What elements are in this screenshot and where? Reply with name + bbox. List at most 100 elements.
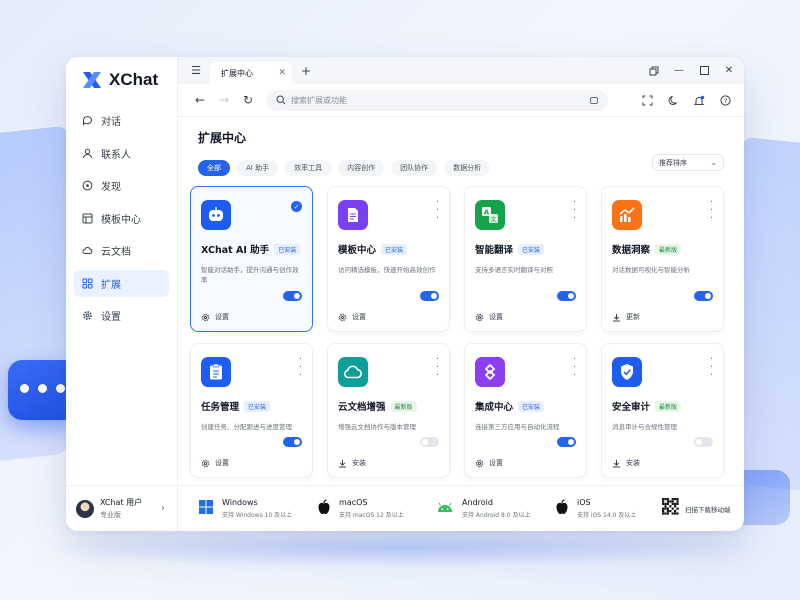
extension-title: XChat AI 助手 (201, 245, 270, 256)
filter-chip[interactable]: AI 助手 (237, 160, 279, 176)
maximize-icon[interactable] (697, 64, 711, 78)
refresh-icon[interactable]: ↻ (236, 88, 260, 112)
filter-chip[interactable]: 全部 (198, 160, 230, 176)
platform-ios[interactable]: iOS 支持 iOS 14.0 及以上 (535, 498, 654, 519)
gear-icon (475, 459, 484, 468)
enable-toggle[interactable] (420, 437, 439, 447)
extension-title: 集成中心 (475, 402, 514, 413)
restore-window-icon[interactable] (647, 64, 661, 78)
sidebar-item-label: 模板中心 (101, 214, 141, 226)
extension-action-button[interactable]: 设置 (201, 458, 229, 468)
platform-android[interactable]: Android 支持 Android 8.0 及以上 (416, 498, 535, 519)
apple-icon (555, 498, 569, 519)
tab-extension-center[interactable]: 扩展中心 ✕ (210, 62, 292, 84)
scan-icon[interactable] (640, 94, 654, 108)
android-icon (436, 499, 454, 518)
filter-chip[interactable]: 内容创作 (338, 160, 385, 176)
sort-dropdown[interactable]: 推荐排序 ⌄ (652, 154, 724, 171)
integration-icon (475, 357, 505, 387)
extension-action-button[interactable]: 设置 (338, 312, 366, 322)
sidebar-item-template[interactable]: 模板中心 (74, 205, 169, 232)
enable-toggle[interactable] (283, 437, 302, 447)
user-profile[interactable]: XChat 用户 专业版 › (66, 485, 177, 531)
qr-download[interactable]: 扫描下载移动端 (662, 498, 731, 519)
extension-card[interactable]: · · · 云文档增强 最新版 增强云文档协作与版本管理 安装 (327, 343, 450, 478)
moon-icon[interactable] (666, 94, 680, 108)
user-plan: 专业版 (100, 511, 121, 519)
extension-title: 智能翻译 (475, 245, 514, 256)
forward-arrow-icon[interactable]: → (212, 88, 236, 112)
platform-name: macOS (339, 498, 368, 507)
extension-action-button[interactable]: 安装 (338, 458, 366, 468)
extension-action-button[interactable]: 设置 (475, 312, 503, 322)
platform-windows[interactable]: Windows 支持 Windows 10 及以上 (178, 498, 297, 519)
more-icon[interactable]: · · · (573, 198, 576, 224)
minimize-icon[interactable]: — (672, 64, 686, 78)
enable-toggle[interactable] (283, 291, 302, 301)
download-icon (338, 459, 347, 468)
close-icon[interactable]: ✕ (278, 68, 286, 78)
extension-card[interactable]: · · · 集成中心 已安装 连接第三方应用与自动化流程 设置 (464, 343, 587, 478)
more-icon[interactable]: · · · (710, 198, 713, 224)
extension-card[interactable]: A文 · · · 智能翻译 已安装 支持多语言实时翻译与对照 设置 (464, 186, 587, 332)
enable-toggle[interactable] (557, 291, 576, 301)
extension-card[interactable]: · · · 数据洞察 最新版 对话数据可视化与智能分析 更新 (601, 186, 724, 332)
square-icon[interactable] (590, 96, 598, 104)
extension-grid: ✓ XChat AI 助手 已安装 智能对话助手，提升沟通与创作效率 设置 · ·… (190, 186, 732, 478)
apple-icon (317, 498, 331, 519)
enable-toggle[interactable] (694, 437, 713, 447)
sidebar-item-compass[interactable]: 发现 (74, 172, 169, 199)
extension-action-button[interactable]: 更新 (612, 312, 640, 322)
extension-card[interactable]: · · · 任务管理 已安装 创建任务、分配跟进与进度管理 设置 (190, 343, 313, 478)
more-icon[interactable]: · · · (299, 355, 302, 381)
filter-chip[interactable]: 数据分析 (444, 160, 491, 176)
sidebar-item-cloud[interactable]: 云文档 (74, 237, 169, 264)
more-icon[interactable]: · · · (573, 355, 576, 381)
sidebar-item-contact[interactable]: 联系人 (74, 140, 169, 167)
search-input[interactable] (291, 95, 571, 105)
menu-icon[interactable]: ☰ (186, 57, 206, 84)
extension-card[interactable]: ✓ XChat AI 助手 已安装 智能对话助手，提升沟通与创作效率 设置 (190, 186, 313, 332)
sidebar-item-label: 对话 (101, 117, 121, 128)
avatar (76, 499, 94, 518)
extension-action-button[interactable]: 设置 (201, 312, 229, 322)
chevron-down-icon: ⌄ (710, 158, 717, 167)
platform-macos[interactable]: macOS 支持 macOS 12 及以上 (297, 498, 416, 519)
extension-title: 模板中心 (338, 245, 377, 256)
sidebar-item-chat[interactable]: 对话 (74, 107, 169, 134)
window-controls: — ✕ (647, 57, 736, 84)
back-arrow-icon[interactable]: ← (188, 88, 212, 112)
bell-icon[interactable] (692, 94, 706, 108)
filter-chip[interactable]: 团队协作 (391, 160, 438, 176)
cloud-icon (82, 245, 93, 256)
document-icon (338, 200, 368, 230)
extension-description: 对话数据可视化与智能分析 (612, 266, 690, 274)
platform-requirement: 支持 Windows 10 及以上 (222, 512, 293, 519)
extension-title: 数据洞察 (612, 245, 651, 256)
enable-toggle[interactable] (420, 291, 439, 301)
extension-card[interactable]: · · · 模板中心 已安装 访问精选模板，快速开始高效创作 设置 (327, 186, 450, 332)
help-icon[interactable]: ? (718, 94, 732, 108)
close-window-icon[interactable]: ✕ (722, 64, 736, 78)
filter-chip[interactable]: 效率工具 (285, 160, 332, 176)
extension-action-button[interactable]: 安装 (612, 458, 640, 468)
extension-action-button[interactable]: 设置 (475, 458, 503, 468)
search-icon (276, 95, 286, 105)
action-label: 设置 (215, 459, 229, 467)
compass-icon (82, 180, 93, 191)
gear-icon (201, 459, 210, 468)
more-icon[interactable]: · · · (710, 355, 713, 381)
status-badge: 已安装 (274, 243, 301, 255)
sidebar-item-gear[interactable]: 设置 (74, 302, 169, 329)
more-icon[interactable]: · · · (436, 355, 439, 381)
more-icon[interactable]: · · · (436, 198, 439, 224)
sidebar-item-extension[interactable]: 扩展 (74, 269, 169, 297)
action-label: 更新 (626, 313, 640, 321)
extension-card[interactable]: · · · 安全审计 最新版 消息审计与合规性管理 安装 (601, 343, 724, 478)
main-area: ☰ 扩展中心 ✕ + — ✕ ← → ↻ 搜索扩展或功能 ? 扩展中心 全部 A… (178, 57, 744, 531)
qr-code-icon (662, 498, 679, 519)
new-tab-button[interactable]: + (296, 57, 316, 84)
enable-toggle[interactable] (557, 437, 576, 447)
enable-toggle[interactable] (694, 291, 713, 301)
tab-label: 扩展中心 (221, 68, 253, 78)
